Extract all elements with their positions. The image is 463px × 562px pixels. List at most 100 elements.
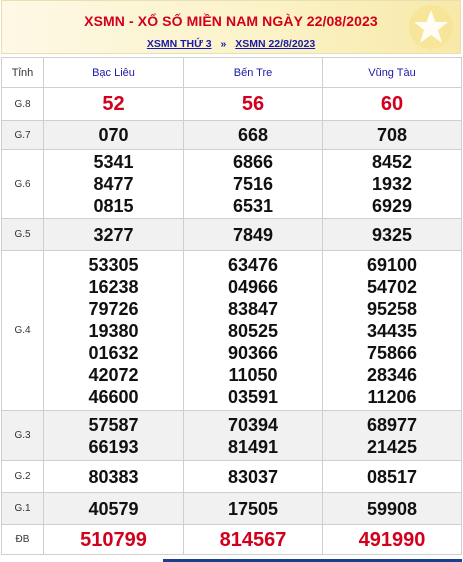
prize-number: 52 [102,93,125,115]
prize-number: 491990 [358,528,426,551]
prize-number: 56 [241,93,265,115]
prize-cell: 57587 66193 [43,410,184,461]
prize-number: 95258 [366,298,418,319]
table-header-row: Tỉnh Bạc Liêu Bến Tre Vũng Tàu [1,57,462,88]
prize-cell: 68977 21425 [322,410,462,461]
prize-rank-label: G.3 [1,410,44,461]
prize-number: 7516 [232,174,274,194]
prize-cell: 08517 [322,460,462,493]
prize-cell: 83037 [183,460,323,493]
prize-number: 6866 [232,152,274,172]
prize-number: 59908 [366,498,418,519]
prize-number: 70394 [227,414,279,435]
xsmn-weekday-link[interactable]: XSMN THỨ 3 [147,38,212,50]
prize-cell: 8452 1932 6929 [322,149,462,219]
prize-number: 79726 [88,298,139,319]
prize-cell: 814567 [183,524,323,555]
prize-number: 21425 [366,436,418,457]
prize-number: 57587 [88,414,139,435]
province-header-ben-tre[interactable]: Bến Tre [183,57,323,88]
prize-number: 814567 [219,528,287,551]
xsmn-date-link[interactable]: XSMN 22/8/2023 [235,38,315,50]
prize-cell: 70394 81491 [183,410,323,461]
prize-cell: 7849 [183,218,323,251]
prize-number: 16238 [88,276,139,297]
prize-cell: 9325 [322,218,462,251]
prize-number: 40579 [88,498,139,519]
province-header-vung-tau[interactable]: Vũng Tàu [322,57,462,88]
prize-row-2: G.6 5341 8477 0815 6866 7516 6531 8452 1932 6929 [1,149,462,219]
breadcrumb: XSMN THỨ 3 » XSMN 22/8/2023 [2,38,460,50]
prize-number: 75866 [366,342,418,363]
prize-cell: 40579 [43,492,184,525]
rank-column-header: Tỉnh [1,57,44,88]
prize-cell: 80383 [43,460,184,493]
prize-number: 01632 [88,342,139,363]
prize-number: 68977 [366,414,418,435]
results-table: Tỉnh Bạc Liêu Bến Tre Vũng Tàu G.8 52 56 60… [1,57,462,555]
prize-number: 46600 [88,386,139,407]
prize-number: 6929 [371,196,413,216]
prize-number: 69100 [366,254,418,275]
prize-rank-label: G.4 [1,250,44,411]
prize-cell: 5341 8477 0815 [43,149,184,219]
prize-row-6: G.2 80383 83037 08517 [1,460,462,493]
prize-cell: 6866 7516 6531 [183,149,323,219]
prize-number: 11206 [367,386,417,407]
prize-number: 708 [376,125,408,145]
prize-cell: 59908 [322,492,462,525]
prize-number: 34435 [366,320,418,341]
prize-cell: 3277 [43,218,184,251]
prize-number: 510799 [80,528,147,551]
prize-number: 19380 [88,320,139,341]
prize-number: 53305 [88,254,139,275]
prize-row-7: G.1 40579 17505 59908 [1,492,462,525]
prize-row-8: ĐB 510799 814567 491990 [1,524,462,555]
prize-number: 80525 [227,320,279,341]
prize-cell: 52 [43,87,184,121]
prize-cell: 668 [183,120,323,150]
prize-number: 90366 [227,342,279,363]
prize-rank-label: G.5 [1,218,44,251]
prize-number: 81491 [227,436,279,457]
prize-rank-label: G.1 [1,492,44,525]
prize-cell: 69100 54702 95258 34435 75866 28346 11206 [322,250,462,411]
prize-row-5: G.3 57587 66193 70394 81491 68977 21425 [1,410,462,461]
prize-number: 1932 [371,174,413,194]
prize-cell: 491990 [322,524,462,555]
prize-number: 0815 [93,196,134,216]
prize-row-3: G.5 3277 7849 9325 [1,218,462,251]
prize-cell: 070 [43,120,184,150]
prize-number: 28346 [366,364,418,385]
results-header: XSMN - XỔ SỐ MIỀN NAM NGÀY 22/08/2023 XS… [1,0,461,54]
results-page: XSMN - XỔ SỐ MIỀN NAM NGÀY 22/08/2023 XS… [0,0,462,562]
prize-number: 17505 [227,498,279,519]
prize-row-0: G.8 52 56 60 [1,87,462,121]
province-header-bac-lieu[interactable]: Bạc Liêu [43,57,184,88]
results-body: G.8 52 56 60 G.7 070 668 708 G.6 5341 8477 0815 6866… [1,87,462,555]
prize-number: 8452 [371,152,413,172]
prize-number: 60 [380,93,404,115]
prize-number: 83037 [227,466,279,487]
prize-number: 8477 [93,174,134,194]
prize-rank-label: G.6 [1,149,44,219]
prize-cell: 56 [183,87,323,121]
prize-number: 070 [98,125,129,145]
prize-number: 80383 [88,466,139,487]
star-logo-icon [409,5,453,49]
prize-number: 5341 [93,152,134,172]
prize-cell: 63476 04966 83847 80525 90366 11050 03591 [183,250,323,411]
prize-number: 3277 [93,224,134,245]
prize-number: 6531 [232,196,274,216]
prize-rank-label: G.2 [1,460,44,493]
breadcrumb-separator: » [220,38,227,50]
prize-cell: 60 [322,87,462,121]
prize-number: 9325 [371,224,413,245]
prize-number: 11050 [228,364,278,385]
prize-row-4: G.4 53305 16238 79726 19380 01632 42072 46600 63… [1,250,462,411]
prize-number: 63476 [227,254,279,275]
prize-number: 42072 [88,364,139,385]
prize-number: 83847 [227,298,279,319]
page-title: XSMN - XỔ SỐ MIỀN NAM NGÀY 22/08/2023 [84,13,378,29]
prize-rank-label: ĐB [1,524,44,555]
